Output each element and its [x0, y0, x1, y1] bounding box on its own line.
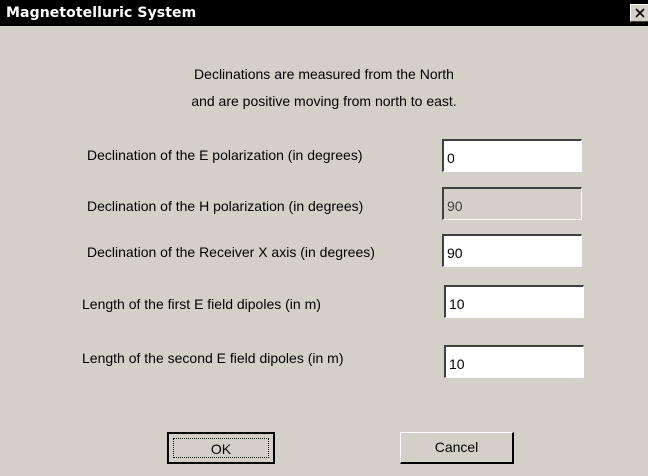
receiver-x-label: Declination of the Receiver X axis (in d… — [87, 244, 375, 260]
declination-note-line-2: and are positive moving from north to ea… — [191, 93, 457, 109]
h-polarization-label: Declination of the H polarization (in de… — [87, 198, 364, 214]
declination-note-line-1: Declinations are measured from the North — [194, 66, 454, 82]
first-dipole-input[interactable] — [444, 285, 584, 318]
window-title: Magnetotelluric System — [6, 5, 197, 21]
ok-button-label: OK — [173, 438, 269, 458]
magnetotelluric-dialog: Magnetotelluric System Declinations are … — [0, 0, 648, 476]
first-dipole-label: Length of the first E field dipoles (in … — [82, 296, 321, 312]
second-dipole-input[interactable] — [444, 345, 584, 378]
second-dipole-label: Length of the second E field dipoles (in… — [82, 350, 344, 366]
ok-button[interactable]: OK — [167, 432, 275, 464]
e-polarization-label: Declination of the E polarization (in de… — [87, 147, 363, 163]
h-polarization-input — [442, 187, 582, 220]
receiver-x-input[interactable] — [442, 234, 582, 267]
cancel-button[interactable]: Cancel — [400, 432, 514, 464]
close-button[interactable] — [630, 4, 648, 22]
e-polarization-input[interactable] — [442, 139, 582, 172]
title-bar[interactable]: Magnetotelluric System — [0, 0, 648, 26]
